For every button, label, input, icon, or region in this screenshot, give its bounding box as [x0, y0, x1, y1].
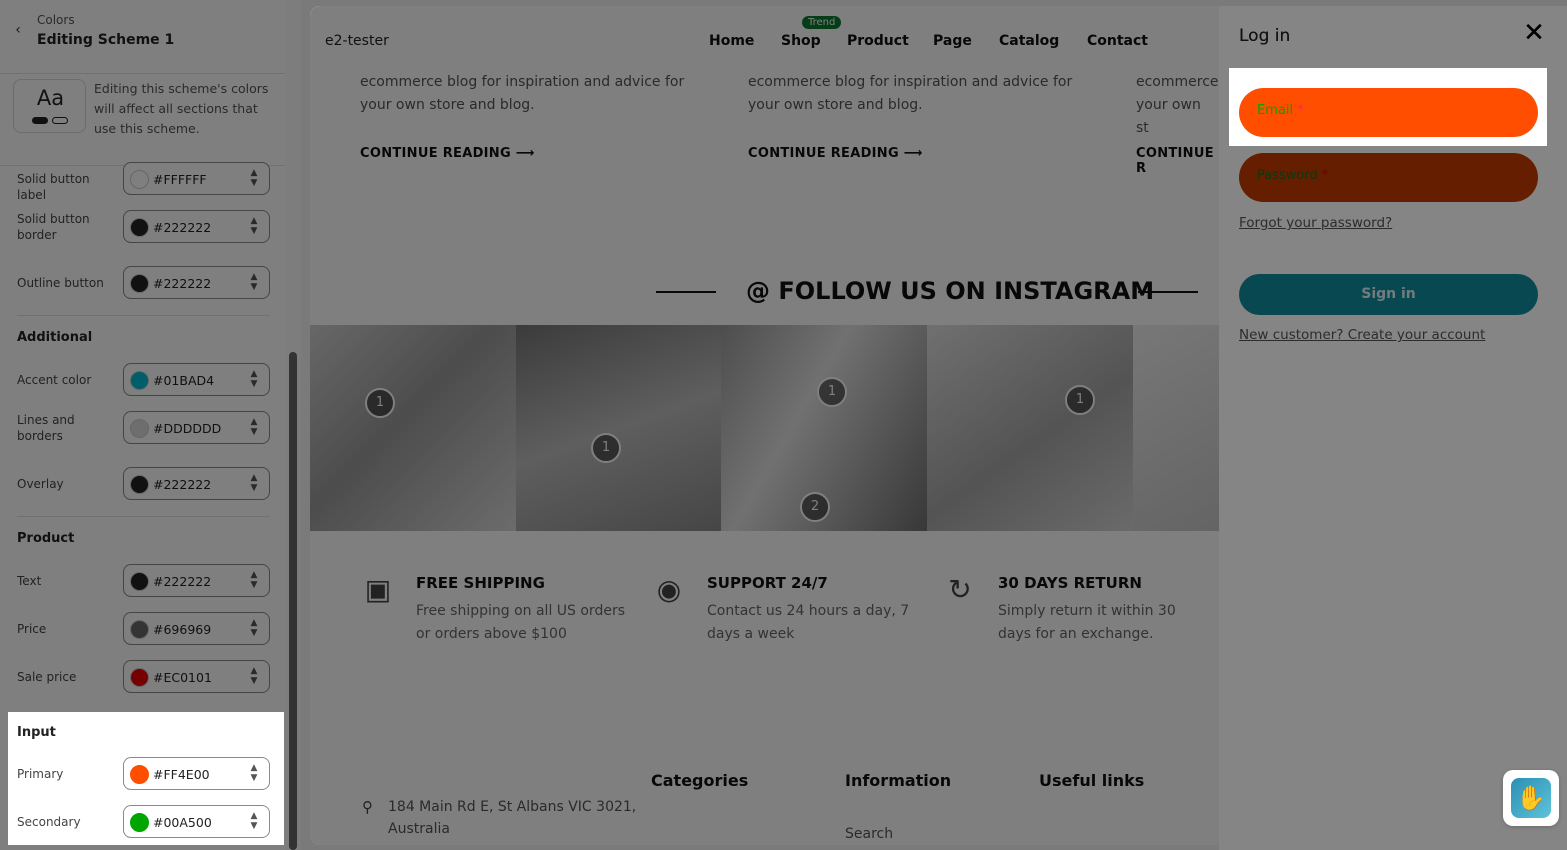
input-color-section: Input Primary #FF4E00 ▲ ▼ Secondary #00A5… [8, 712, 284, 845]
stepper-arrows-icon: ▲ ▼ [250, 570, 258, 590]
color-picker-sale-price[interactable]: #EC0101 ▲ ▼ [123, 660, 270, 693]
sign-in-button[interactable]: Sign in [1239, 274, 1538, 315]
color-swatch [130, 475, 149, 494]
color-value: #00A500 [153, 815, 212, 830]
password-label: Password * [1257, 168, 1328, 183]
divider [0, 73, 285, 74]
required-mark: * [1321, 168, 1329, 183]
divider [17, 315, 270, 316]
stepper-arrows-icon: ▲ ▼ [250, 168, 258, 188]
stepper-arrows-icon: ▲ ▼ [250, 666, 258, 686]
required-mark: * [1297, 103, 1304, 118]
color-swatch [130, 274, 149, 293]
outline-button-preview [52, 117, 68, 124]
color-row-label: Accent color [17, 373, 92, 387]
drawer-overlay [1547, 68, 1567, 146]
close-button[interactable]: ✕ [1522, 20, 1546, 46]
color-swatch [130, 668, 149, 687]
preview-overlay [310, 6, 1219, 845]
drawer-overlay [1219, 68, 1229, 146]
divider [17, 516, 270, 517]
page-title: Editing Scheme 1 [37, 32, 175, 48]
color-picker-outline-button[interactable]: #222222 ▲ ▼ [123, 266, 270, 299]
stepper-arrows-icon: ▲ ▼ [250, 473, 258, 493]
color-row-label: Outline button [17, 276, 104, 290]
back-button[interactable]: ‹ [10, 22, 26, 38]
color-picker-accent-color[interactable]: #01BAD4 ▲ ▼ [123, 363, 270, 396]
email-label-text: Email [1257, 103, 1294, 118]
password-field[interactable]: Password * [1239, 153, 1538, 202]
color-value: #696969 [153, 622, 212, 637]
stepper-arrows-icon: ▲ ▼ [250, 618, 258, 638]
drawer-overlay [1219, 146, 1567, 850]
stepper-arrows-icon: ▲ ▼ [250, 417, 258, 437]
color-swatch [130, 419, 149, 438]
solid-button-preview [32, 117, 48, 124]
color-value: #222222 [153, 220, 212, 235]
hand-wave-icon: ✋ [1511, 778, 1551, 818]
section-title-additional: Additional [17, 330, 93, 345]
stepper-arrows-icon: ▲ ▼ [250, 763, 258, 783]
stepper-arrows-icon: ▲ ▼ [250, 272, 258, 292]
color-value: #DDDDDD [153, 421, 222, 436]
stepper-arrows-icon: ▲ ▼ [250, 369, 258, 389]
color-row-label: Primary [17, 767, 64, 781]
drawer-title-visible: Log in [1239, 26, 1291, 46]
color-picker-price[interactable]: #696969 ▲ ▼ [123, 612, 270, 645]
color-row-label: Price [17, 622, 47, 636]
section-title-input: Input [17, 725, 56, 740]
color-row-label: Text [17, 574, 42, 588]
color-value: #222222 [153, 574, 212, 589]
color-value: #FF4E00 [153, 767, 210, 782]
create-account-link[interactable]: New customer? Create your account [1239, 327, 1485, 343]
color-value: #01BAD4 [153, 373, 215, 388]
color-row-label: Solid button border [17, 212, 90, 242]
color-row-label: Secondary [17, 815, 81, 829]
scheme-description: Editing this scheme's colors will affect… [94, 81, 269, 136]
color-swatch [130, 765, 149, 784]
section-title-product: Product [17, 531, 75, 546]
color-value: #EC0101 [153, 670, 212, 685]
color-row-label: Solid button label [17, 172, 90, 202]
scrollbar[interactable] [289, 352, 297, 850]
color-swatch [130, 218, 149, 237]
color-picker-solid-button-label[interactable]: #FFFFFF ▲ ▼ [123, 162, 270, 195]
color-picker-input-secondary[interactable]: #00A500 ▲ ▼ [123, 805, 270, 838]
store-preview: e2-tester Home Shop Trend Product Page C… [310, 6, 1219, 845]
color-row-label: Overlay [17, 477, 64, 491]
color-swatch [130, 572, 149, 591]
color-picker-lines-and-borders[interactable]: #DDDDDD ▲ ▼ [123, 411, 270, 444]
stepper-arrows-icon: ▲ ▼ [250, 216, 258, 236]
breadcrumb: Colors [37, 13, 75, 27]
chat-widget-button[interactable]: ✋ [1503, 770, 1559, 826]
scheme-preview-text: Aa [36, 86, 65, 110]
color-swatch [130, 620, 149, 639]
color-value: #222222 [153, 276, 212, 291]
forgot-password-link[interactable]: Forgot your password? [1239, 215, 1392, 231]
login-drawer: Log in ✕ Email * Password * Forgot your pa… [1219, 6, 1567, 850]
scheme-preview-card: Aa [13, 79, 86, 133]
color-row-label: Lines and borders [17, 413, 75, 443]
color-row-label: Sale price [17, 670, 77, 684]
color-swatch [130, 813, 149, 832]
password-label-text: Password [1257, 168, 1318, 183]
color-picker-solid-button-border[interactable]: #222222 ▲ ▼ [123, 210, 270, 243]
color-swatch [130, 371, 149, 390]
color-picker-overlay[interactable]: #222222 ▲ ▼ [123, 467, 270, 500]
color-swatch [130, 170, 149, 189]
color-picker-input-primary[interactable]: #FF4E00 ▲ ▼ [123, 757, 270, 790]
email-label: Email * [1257, 103, 1304, 118]
color-picker-product-text[interactable]: #222222 ▲ ▼ [123, 564, 270, 597]
email-field[interactable]: Email * [1239, 88, 1538, 137]
stepper-arrows-icon: ▲ ▼ [250, 811, 258, 831]
color-value: #FFFFFF [153, 172, 207, 187]
color-value: #222222 [153, 477, 212, 492]
